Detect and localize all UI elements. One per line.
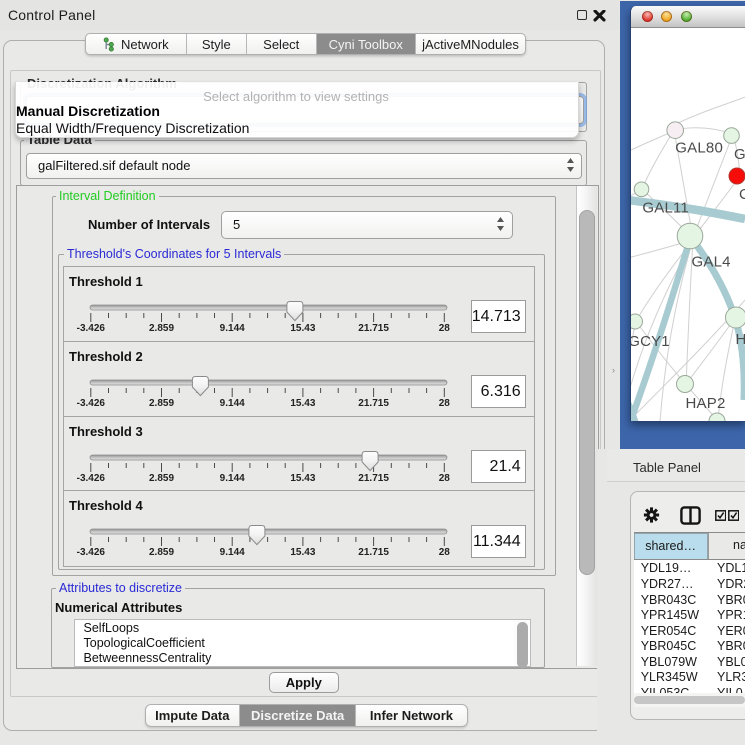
svg-text:21.715: 21.715 <box>358 323 389 334</box>
svg-text:21.715: 21.715 <box>358 473 389 484</box>
svg-text:2.859: 2.859 <box>148 323 173 334</box>
svg-text:GCY1: GCY1 <box>631 333 670 350</box>
svg-text:GAL80: GAL80 <box>675 140 723 157</box>
svg-text:15.43: 15.43 <box>290 547 315 558</box>
svg-text:9.144: 9.144 <box>219 323 244 334</box>
svg-text:15.43: 15.43 <box>290 323 315 334</box>
svg-text:9.144: 9.144 <box>219 398 244 409</box>
svg-text:28: 28 <box>438 398 450 409</box>
svg-text:9.144: 9.144 <box>219 473 244 484</box>
svg-text:9.144: 9.144 <box>219 547 244 558</box>
svg-text:15.43: 15.43 <box>290 398 315 409</box>
svg-text:-3.426: -3.426 <box>76 473 105 484</box>
svg-text:28: 28 <box>438 323 450 334</box>
svg-text:21.715: 21.715 <box>358 398 389 409</box>
svg-text:15.43: 15.43 <box>290 473 315 484</box>
svg-text:HAP2: HAP2 <box>686 395 726 412</box>
svg-text:-3.426: -3.426 <box>76 398 105 409</box>
svg-text:GA: GA <box>734 146 745 163</box>
svg-text:-3.426: -3.426 <box>76 547 105 558</box>
svg-text:2.859: 2.859 <box>148 473 173 484</box>
svg-text:2.859: 2.859 <box>148 547 173 558</box>
svg-text:CY: CY <box>739 186 745 203</box>
svg-text:GAL11: GAL11 <box>642 200 689 217</box>
svg-text:28: 28 <box>438 473 450 484</box>
svg-text:21.715: 21.715 <box>358 547 389 558</box>
svg-text:GAL4: GAL4 <box>692 253 731 270</box>
svg-text:-3.426: -3.426 <box>76 323 105 334</box>
svg-text:2.859: 2.859 <box>148 398 173 409</box>
svg-text:HI: HI <box>736 331 745 348</box>
svg-text:28: 28 <box>438 547 450 558</box>
